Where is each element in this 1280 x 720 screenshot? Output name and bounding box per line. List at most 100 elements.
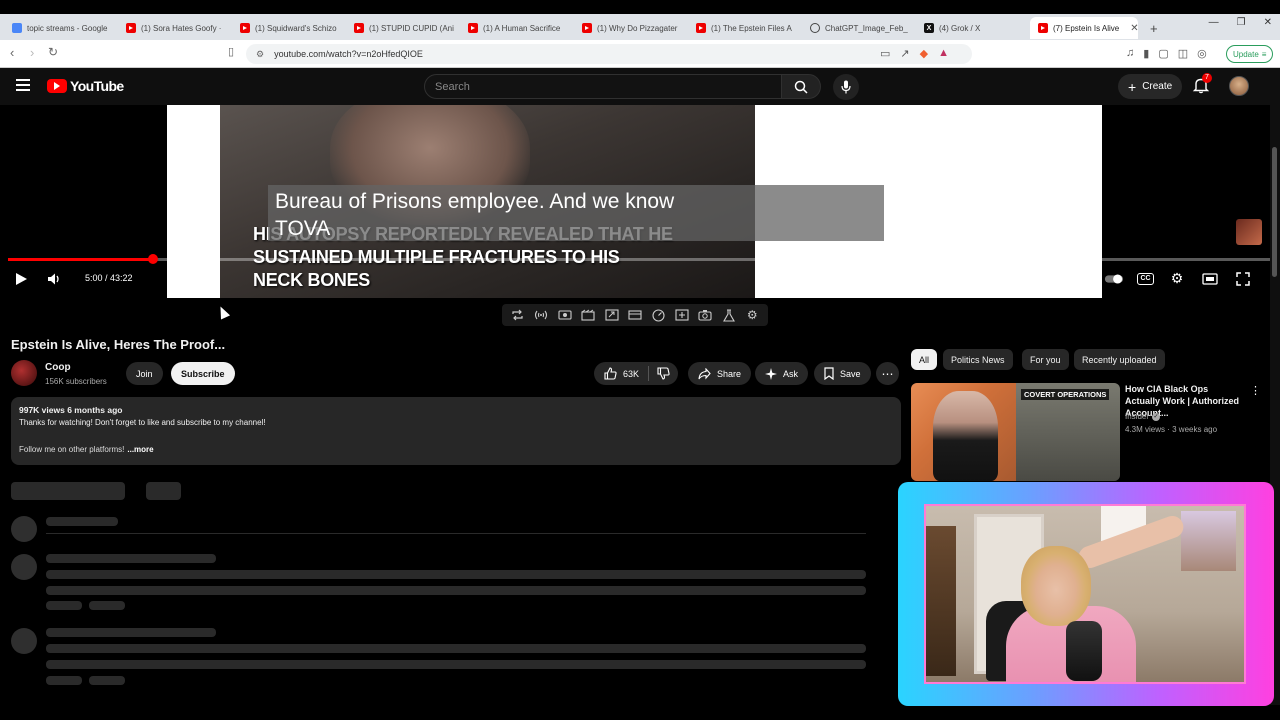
youtube-icon [354, 23, 364, 33]
show-more-link[interactable]: ...more [127, 445, 153, 454]
wallet-icon[interactable]: ◫ [1178, 47, 1188, 60]
sidebar-icon[interactable]: ▮ [1143, 47, 1149, 60]
browser-tab[interactable]: (1) Sora Hates Goofy · [118, 17, 230, 39]
youtube-icon [582, 23, 592, 33]
thumbs-down-icon[interactable] [657, 367, 670, 380]
chip-recently-uploaded[interactable]: Recently uploaded [1074, 349, 1165, 370]
maximize-icon[interactable]: ❐ [1237, 17, 1246, 28]
vpn-icon[interactable]: ◎ [1197, 47, 1207, 60]
update-button[interactable]: Update ≡ [1226, 45, 1274, 63]
browser-tab[interactable]: ChatGPT_Image_Feb_ [802, 17, 914, 39]
scrubber-handle[interactable] [148, 254, 158, 264]
like-count[interactable]: 63K [623, 369, 639, 379]
more-actions-icon[interactable]: ⋯ [876, 362, 899, 385]
cinema-icon[interactable] [580, 308, 596, 322]
url-field[interactable]: ⚙ youtube.com/watch?v=n2oHfedQIOE [246, 44, 972, 64]
volume-icon[interactable] [47, 272, 63, 286]
recommended-channel[interactable]: Insider ✓ [1125, 412, 1161, 421]
hamburger-menu-icon[interactable] [16, 79, 30, 91]
browser-tab[interactable]: topic streams - Google [4, 17, 116, 39]
create-button[interactable]: + Create [1118, 74, 1183, 99]
progress-bar[interactable] [8, 254, 1270, 264]
browser-tab[interactable]: (1) The Epstein Files A [688, 17, 800, 39]
search-icon [794, 80, 808, 94]
close-icon[interactable]: ✕ [1130, 23, 1138, 34]
scrollbar-thumb[interactable] [1272, 147, 1277, 277]
new-tab-button[interactable]: + [1142, 17, 1162, 39]
watched-icon[interactable] [557, 308, 573, 322]
skeleton-avatar [11, 554, 37, 580]
avatar[interactable] [1229, 76, 1249, 96]
x-icon: X [924, 23, 934, 33]
search-button[interactable] [781, 74, 821, 99]
kebab-menu-icon[interactable]: ⋮ [1250, 384, 1261, 397]
browser-tab-active[interactable]: (7) Epstein Is Alive ✕ [1030, 17, 1138, 39]
extensions-icon[interactable]: ▢ [1158, 47, 1168, 60]
address-bar-actions: ▭ ↗ ◆ ▲ [880, 47, 949, 60]
browser-tab[interactable]: (1) STUPID CUPID (Ani [346, 17, 458, 39]
share-button[interactable]: Share [688, 362, 752, 385]
brave-shield-icon[interactable]: ◆ [920, 47, 928, 60]
youtube-header: YouTube Search + Create 7 [0, 68, 1280, 105]
channel-avatar[interactable] [11, 360, 37, 386]
browser-tab[interactable]: (1) Why Do Pizzagater [574, 17, 686, 39]
audio-wave-icon[interactable] [533, 308, 549, 322]
site-info-icon[interactable]: ⚙ [256, 49, 264, 60]
theater-mode-icon[interactable] [1200, 270, 1220, 287]
menu-icon: ≡ [1261, 49, 1267, 59]
youtube-icon [126, 23, 136, 33]
browser-tab[interactable]: (1) Squidward's Schizo [232, 17, 344, 39]
popup-player-icon[interactable] [627, 308, 643, 322]
channel-name[interactable]: Coop [45, 362, 71, 373]
add-screenshot-icon[interactable] [674, 308, 690, 322]
subtitles-button[interactable]: CC [1137, 272, 1154, 285]
video-player[interactable]: HIS AUTOPSY REPORTEDLY REVEALED THAT HE … [0, 105, 1270, 298]
recommended-video-thumbnail[interactable]: COVERT OPERATIONS [911, 383, 1120, 481]
description-box[interactable]: 997K views 6 months ago Thanks for watch… [11, 397, 901, 465]
speed-icon[interactable] [650, 308, 666, 322]
back-icon[interactable]: ‹ [10, 45, 14, 60]
play-icon[interactable] [14, 272, 28, 286]
end-screen-thumbnail[interactable] [1236, 219, 1262, 245]
skeleton-divider [46, 533, 866, 534]
browser-tab[interactable]: (1) A Human Sacrifice [460, 17, 572, 39]
save-button[interactable]: Save [814, 362, 871, 385]
extension-settings-icon[interactable]: ⚙ [744, 308, 760, 322]
minimize-icon[interactable]: — [1209, 17, 1219, 28]
flask-icon[interactable] [721, 308, 737, 322]
autoplay-toggle[interactable] [1104, 270, 1124, 287]
view-count-date: 997K views 6 months ago [19, 405, 123, 415]
fullscreen-icon[interactable] [1233, 270, 1253, 287]
chip-politics-news[interactable]: Politics News [943, 349, 1013, 370]
subscribe-button[interactable]: Subscribe [171, 362, 235, 385]
notifications-button[interactable]: 7 [1192, 73, 1212, 96]
camera-icon[interactable] [697, 308, 713, 322]
join-button[interactable]: Join [126, 362, 163, 385]
chip-all[interactable]: All [911, 349, 938, 370]
thumbs-up-icon[interactable] [604, 367, 617, 380]
voice-search-button[interactable] [833, 74, 859, 100]
resize-icon[interactable] [604, 308, 620, 322]
reload-icon[interactable]: ↻ [48, 45, 58, 59]
thumbnail-label: COVERT OPERATIONS [1021, 389, 1110, 400]
share-page-icon[interactable]: ↗ [900, 47, 909, 60]
verified-icon: ✓ [1152, 412, 1161, 421]
forward-icon[interactable]: › [30, 45, 34, 60]
description-text-fade: Follow me on other platforms! [19, 445, 125, 454]
rewards-icon[interactable]: ▲ [938, 47, 949, 60]
plus-icon: + [1128, 78, 1137, 95]
youtube-logo[interactable]: YouTube [47, 78, 124, 94]
skeleton-avatar [11, 628, 37, 654]
loop-icon[interactable] [510, 308, 526, 322]
music-icon[interactable]: ♫ [1126, 47, 1134, 60]
settings-gear-icon[interactable]: ⚙ [1167, 270, 1187, 287]
close-window-icon[interactable]: ✕ [1264, 17, 1272, 28]
cast-icon[interactable]: ▭ [880, 47, 890, 60]
bookmark-icon[interactable]: ▯ [228, 45, 234, 58]
search-input[interactable]: Search [424, 74, 782, 99]
description-text: Thanks for watching! Don't forget to lik… [19, 418, 266, 427]
ask-button[interactable]: Ask [755, 362, 809, 385]
chip-for-you[interactable]: For you [1022, 349, 1069, 370]
browser-tab[interactable]: X (4) Grok / X [916, 17, 1028, 39]
time-display: 5:00 / 43:22 [85, 273, 133, 283]
